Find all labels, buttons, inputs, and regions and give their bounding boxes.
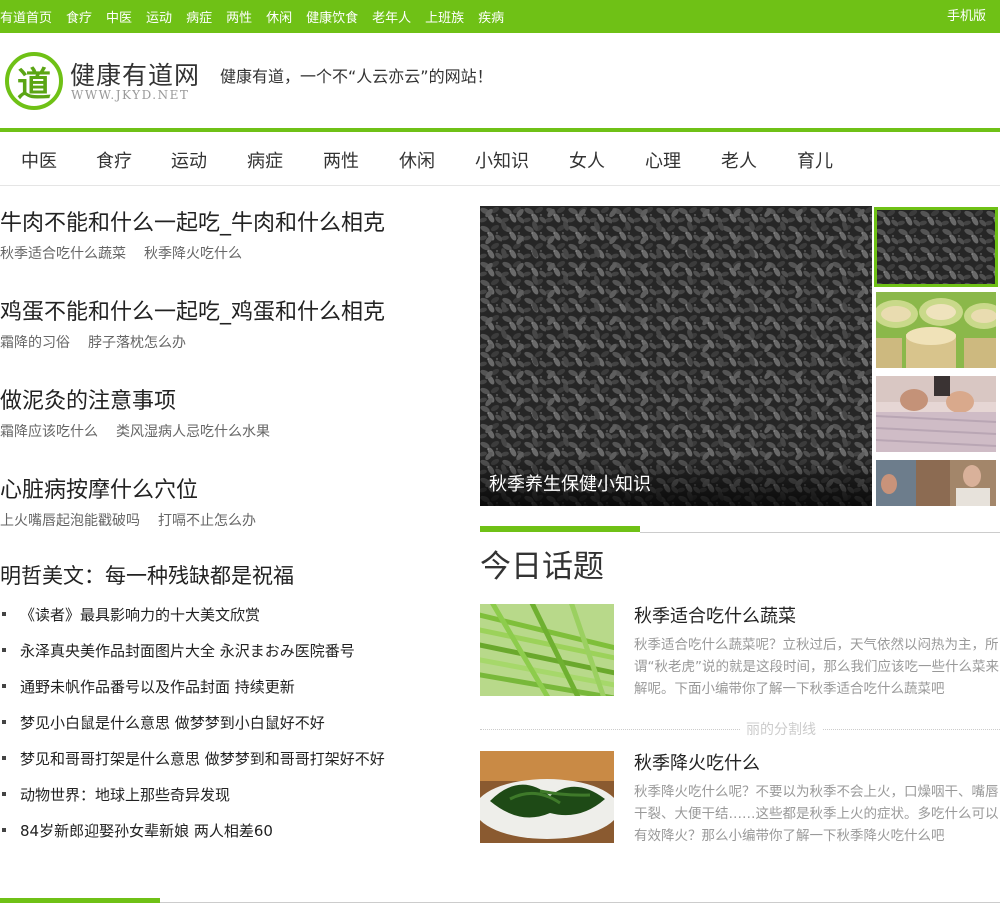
headline-sub-link[interactable]: 秋季适合吃什么蔬菜 — [0, 246, 126, 262]
topic-accent-bar — [480, 526, 640, 532]
top-nav-healthy-diet[interactable]: 健康饮食 — [306, 7, 358, 26]
top-nav-sex[interactable]: 两性 — [226, 7, 252, 26]
site-logo[interactable]: 道 — [5, 52, 63, 110]
headline-sub-link[interactable]: 霜降的习俗 — [0, 335, 70, 351]
people-scene-image — [876, 460, 996, 506]
top-nav-illness[interactable]: 疾病 — [478, 7, 504, 26]
topic-divider-line — [640, 532, 1000, 533]
site-url: WWW.JKYD.NET — [71, 88, 190, 102]
article-image-vegetables[interactable] — [480, 604, 614, 696]
top-nav: 有道首页 食疗 中医 运动 病症 两性 休闲 健康饮食 老年人 上班族 疾病 — [0, 0, 518, 33]
list-item-label: 84岁新郎迎娶孙女辈新娘 两人相差60 — [20, 822, 273, 840]
article-title[interactable]: 秋季适合吃什么蔬菜 — [634, 602, 796, 628]
bullet-icon — [2, 684, 6, 688]
main-nav-leisure[interactable]: 休闲 — [399, 147, 435, 173]
top-nav-diet-therapy[interactable]: 食疗 — [66, 7, 92, 26]
article-description: 秋季降火吃什么呢？不要以为秋季不会上火，口燥咽干、嘴唇干裂、大便干结……这些都是… — [634, 784, 999, 844]
headline-sub-link[interactable]: 上火嘴唇起泡能戳破吗 — [0, 513, 140, 529]
headline-sub-link[interactable]: 打嗝不止怎么办 — [158, 513, 256, 529]
top-nav-elderly[interactable]: 老年人 — [372, 7, 411, 26]
headline-subs: 上火嘴唇起泡能戳破吗 打嗝不止怎么办 — [0, 510, 274, 530]
main-nav-diseases[interactable]: 病症 — [247, 147, 283, 173]
headline-subs: 霜降的习俗 脖子落枕怎么办 — [0, 332, 204, 352]
thumbnail-bamboo[interactable] — [876, 292, 996, 368]
divider-label: 丽的分割线 — [740, 719, 822, 739]
top-nav-home[interactable]: 有道首页 — [0, 7, 52, 26]
main-nav-diet-therapy[interactable]: 食疗 — [96, 147, 132, 173]
list-item-label: 永泽真央美作品封面图片大全 永沢まおみ医院番号 — [20, 642, 355, 660]
top-nav-diseases[interactable]: 病症 — [186, 7, 212, 26]
headline-sub-link[interactable]: 霜降应该吃什么 — [0, 424, 98, 440]
list-item-label: 通野未帆作品番号以及作品封面 持续更新 — [20, 678, 295, 696]
site-name[interactable]: 健康有道网 — [70, 56, 200, 92]
article-image-seaweed[interactable] — [480, 751, 614, 843]
headline-title[interactable]: 牛肉不能和什么一起吃_牛肉和什么相克 — [0, 205, 385, 237]
main-nav-tips[interactable]: 小知识 — [475, 147, 529, 173]
headline-title[interactable]: 鸡蛋不能和什么一起吃_鸡蛋和什么相克 — [0, 294, 385, 326]
feature-slide[interactable]: 秋季养生保健小知识 — [480, 206, 872, 506]
bullet-icon — [2, 612, 6, 616]
list-item-label: 梦见小白鼠是什么意思 做梦梦到小白鼠好不好 — [20, 714, 325, 732]
list-item-label: 《读者》最具影响力的十大美文欣赏 — [20, 606, 261, 624]
green-vegetables-image — [480, 604, 614, 696]
thumbnail-sleeping[interactable] — [876, 376, 996, 452]
headline-sub-link[interactable]: 类风湿病人忌吃什么水果 — [116, 424, 270, 440]
headline-title[interactable]: 做泥灸的注意事项 — [0, 383, 176, 415]
list-item-label: 动物世界：地球上那些奇异发现 — [20, 786, 231, 804]
main-nav-sports[interactable]: 运动 — [171, 147, 207, 173]
mobile-version-link[interactable]: 手机版 — [947, 0, 986, 33]
sleeping-couple-image — [876, 376, 996, 452]
top-nav-office-workers[interactable]: 上班族 — [425, 7, 464, 26]
main-nav-parenting[interactable]: 育儿 — [797, 147, 833, 173]
black-rice-thumb-image — [876, 209, 996, 285]
bullet-icon — [2, 720, 6, 724]
list-item-label: 梦见和哥哥打架是什么意思 做梦梦到和哥哥打架好不好 — [20, 750, 385, 768]
headline-subs: 霜降应该吃什么 类风湿病人忌吃什么水果 — [0, 421, 288, 441]
feature-caption: 秋季养生保健小知识 — [480, 456, 872, 506]
main-nav: 中医 食疗 运动 病症 两性 休闲 小知识 女人 心理 老人 育儿 — [0, 132, 1000, 186]
site-slogan: 健康有道，一个不“人云亦云”的网站！ — [220, 67, 493, 86]
bullet-icon — [2, 648, 6, 652]
top-nav-tcm[interactable]: 中医 — [106, 7, 132, 26]
main-nav-women[interactable]: 女人 — [569, 147, 605, 173]
logo-char: 道 — [17, 64, 51, 105]
bullet-icon — [2, 828, 6, 832]
main-nav-sex[interactable]: 两性 — [323, 147, 359, 173]
top-bar: 有道首页 食疗 中医 运动 病症 两性 休闲 健康饮食 老年人 上班族 疾病 手… — [0, 0, 1000, 33]
headline-title[interactable]: 心脏病按摩什么穴位 — [0, 472, 198, 504]
headline-subs: 秋季适合吃什么蔬菜 秋季降火吃什么 — [0, 243, 260, 263]
main-nav-elderly[interactable]: 老人 — [721, 147, 757, 173]
top-nav-leisure[interactable]: 休闲 — [266, 7, 292, 26]
top-nav-sports[interactable]: 运动 — [146, 7, 172, 26]
main-nav-psychology[interactable]: 心理 — [645, 147, 681, 173]
bottom-divider-line — [160, 902, 1000, 903]
bamboo-cups-image — [876, 292, 996, 368]
article-title[interactable]: 秋季降火吃什么 — [634, 749, 760, 775]
bottom-accent-bar — [0, 898, 160, 903]
seaweed-dish-image — [480, 751, 614, 843]
thumbnail-black-rice[interactable] — [874, 207, 998, 287]
today-topics-heading: 今日话题 — [480, 549, 604, 585]
thumbnail-people[interactable] — [876, 460, 996, 506]
headline-sub-link[interactable]: 脖子落枕怎么办 — [88, 335, 186, 351]
main-nav-tcm[interactable]: 中医 — [21, 147, 57, 173]
bullet-icon — [2, 792, 6, 796]
bullet-icon — [2, 756, 6, 760]
headline-sub-link[interactable]: 秋季降火吃什么 — [144, 246, 242, 262]
essay-section-title[interactable]: 明哲美文：每一种残缺都是祝福 — [0, 560, 294, 590]
article-description: 秋季适合吃什么蔬菜呢？立秋过后，天气依然以闷热为主，所谓“秋老虎”说的就是这段时… — [634, 637, 999, 697]
